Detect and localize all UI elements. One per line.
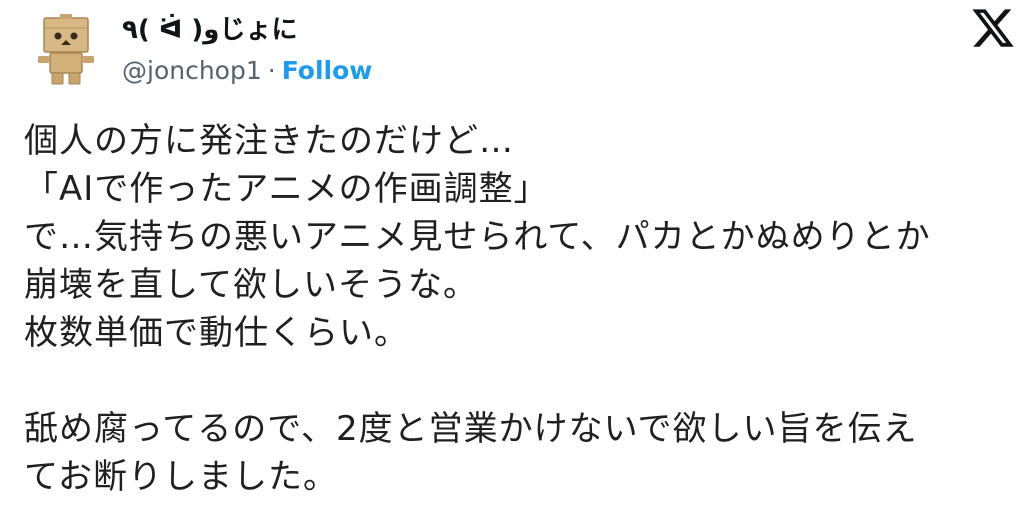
tweet-header: ٩( ᐛ )وじょに @jonchop1 · Follow [0, 0, 1030, 100]
tweet-line: で…気持ちの悪いアニメ見せられて、パカとかぬめりとか [24, 217, 931, 257]
tweet-line: 「AIで作ったアニメの作画調整」 [24, 169, 549, 209]
display-name[interactable]: ٩( ᐛ )وじょに [122, 15, 297, 45]
tweet-text: 個人の方に発注きたのだけど… 「AIで作ったアニメの作画調整」 で…気持ちの悪い… [24, 117, 1014, 501]
tweet-line: 枚数単価で動仕くらい。 [24, 313, 409, 353]
follow-button[interactable]: Follow [282, 56, 373, 85]
tweet-line: てお断りしました。 [24, 457, 338, 497]
avatar[interactable] [30, 14, 102, 86]
x-logo-icon[interactable] [970, 5, 1016, 51]
tweet-line: 個人の方に発注きたのだけど… [24, 121, 514, 161]
user-handle[interactable]: @jonchop1 [122, 56, 262, 85]
tweet-line: 崩壊を直して欲しいそうな。 [24, 265, 478, 305]
handle-row: @jonchop1 · Follow [122, 57, 372, 85]
tweet-card: ٩( ᐛ )وじょに @jonchop1 · Follow 個人の方に発注きたのだけ… [0, 0, 1030, 505]
tweet-line: 舐め腐ってるので、2度と営業かけないで欲しい旨を伝え [24, 409, 918, 449]
separator-dot: · [267, 56, 276, 85]
